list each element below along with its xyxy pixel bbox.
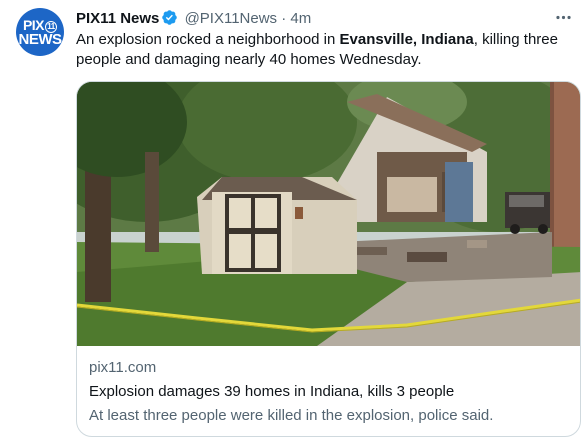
card-meta[interactable]: pix11.com Explosion damages 39 homes in … — [89, 358, 569, 426]
more-options-icon[interactable] — [554, 8, 573, 32]
user-handle[interactable]: @PIX11News — [185, 10, 277, 27]
card-title[interactable]: Explosion damages 39 homes in Indiana, k… — [89, 382, 569, 402]
avatar[interactable]: PIX 11 NEWS — [16, 8, 64, 56]
link-card[interactable]: pix11.com Explosion damages 39 homes in … — [76, 81, 581, 437]
explosion-scene-photo — [77, 82, 580, 346]
tweet-header: PIX11 News @PIX11News · 4m — [76, 9, 311, 32]
avatar-logo-bottom: NEWS — [18, 31, 63, 48]
tweet-text-start: An explosion rocked a neighborhood in — [76, 31, 340, 48]
verified-badge-icon — [161, 9, 178, 32]
card-description: At least three people were killed in the… — [89, 407, 494, 424]
tweet[interactable]: PIX 11 NEWS PIX11 News @PIX11News · 4m An… — [0, 0, 585, 447]
tweet-text: An explosion rocked a neighborhood in Ev… — [76, 30, 566, 70]
location-text: Evansville, Indiana — [339, 31, 474, 48]
card-domain[interactable]: pix11.com — [89, 358, 569, 378]
timestamp[interactable]: 4m — [290, 10, 311, 27]
display-name[interactable]: PIX11 News — [76, 10, 159, 27]
card-image[interactable] — [77, 82, 580, 346]
separator-dot: · — [281, 10, 287, 27]
